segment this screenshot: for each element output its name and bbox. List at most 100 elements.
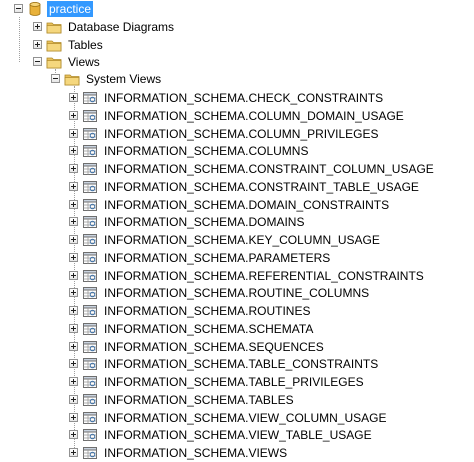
tree-node-label[interactable]: INFORMATION_SCHEMA.CONSTRAINT_TABLE_USAG…	[102, 179, 421, 195]
tree-node-system-view[interactable]: INFORMATION_SCHEMA.TABLES	[0, 391, 474, 409]
tree-node-label[interactable]: INFORMATION_SCHEMA.VIEWS	[102, 445, 289, 461]
expand-toggle[interactable]	[69, 182, 78, 191]
expand-toggle[interactable]	[69, 164, 78, 173]
expand-toggle[interactable]	[69, 324, 78, 333]
view-icon	[83, 92, 97, 104]
tree-node-label[interactable]: INFORMATION_SCHEMA.PARAMETERS	[102, 250, 332, 266]
view-icon	[83, 216, 97, 228]
tree-node-label[interactable]: INFORMATION_SCHEMA.TABLE_PRIVILEGES	[102, 374, 366, 390]
tree-node-label[interactable]: INFORMATION_SCHEMA.DOMAINS	[102, 214, 306, 230]
view-icon	[83, 412, 97, 424]
tree-node-label[interactable]: practice	[47, 1, 94, 17]
view-icon	[83, 110, 97, 122]
tree-node-label[interactable]: INFORMATION_SCHEMA.VIEW_COLUMN_USAGE	[102, 410, 388, 426]
expand-toggle[interactable]	[69, 271, 78, 280]
tree-node-system-view[interactable]: INFORMATION_SCHEMA.VIEWS	[0, 444, 474, 462]
tree-node-label[interactable]: System Views	[84, 71, 163, 87]
collapse-toggle[interactable]	[51, 74, 60, 83]
database-icon	[29, 2, 41, 16]
expand-toggle[interactable]	[69, 200, 78, 209]
view-icon	[83, 145, 97, 157]
tree-node-label[interactable]: INFORMATION_SCHEMA.COLUMNS	[102, 143, 310, 159]
expand-toggle[interactable]	[69, 448, 78, 457]
tree-node-tables[interactable]: Tables	[0, 36, 474, 54]
tree-node-system-view[interactable]: INFORMATION_SCHEMA.ROUTINES	[0, 302, 474, 320]
tree-node-system-view[interactable]: INFORMATION_SCHEMA.COLUMN_DOMAIN_USAGE	[0, 107, 474, 125]
tree-node-system-view[interactable]: INFORMATION_SCHEMA.DOMAIN_CONSTRAINTS	[0, 196, 474, 214]
tree-node-label[interactable]: INFORMATION_SCHEMA.CHECK_CONSTRAINTS	[102, 90, 385, 106]
expand-toggle[interactable]	[69, 377, 78, 386]
expand-toggle[interactable]	[69, 395, 78, 404]
view-icon	[83, 234, 97, 246]
tree-node-system-view[interactable]: INFORMATION_SCHEMA.TABLE_PRIVILEGES	[0, 373, 474, 391]
view-icon	[83, 447, 97, 459]
tree-node-system-view[interactable]: INFORMATION_SCHEMA.COLUMN_PRIVILEGES	[0, 125, 474, 143]
tree-node-label[interactable]: INFORMATION_SCHEMA.REFERENTIAL_CONSTRAIN…	[102, 268, 426, 284]
tree-node-label[interactable]: INFORMATION_SCHEMA.TABLES	[102, 392, 296, 408]
tree-node-database-diagrams[interactable]: Database Diagrams	[0, 18, 474, 36]
expand-toggle[interactable]	[33, 40, 42, 49]
tree-node-system-views[interactable]: System Views	[0, 70, 474, 88]
view-icon	[83, 305, 97, 317]
tree-node-system-view[interactable]: INFORMATION_SCHEMA.TABLE_CONSTRAINTS	[0, 355, 474, 373]
view-icon	[83, 181, 97, 193]
tree-node-label[interactable]: INFORMATION_SCHEMA.SEQUENCES	[102, 339, 326, 355]
tree-node-label[interactable]: INFORMATION_SCHEMA.COLUMN_PRIVILEGES	[102, 126, 381, 142]
view-icon	[83, 429, 97, 441]
expand-toggle[interactable]	[69, 93, 78, 102]
tree-node-label[interactable]: INFORMATION_SCHEMA.ROUTINE_COLUMNS	[102, 285, 371, 301]
tree-node-system-view[interactable]: INFORMATION_SCHEMA.PARAMETERS	[0, 249, 474, 267]
tree-node-system-view[interactable]: INFORMATION_SCHEMA.CONSTRAINT_COLUMN_USA…	[0, 160, 474, 178]
tree-node-label[interactable]: INFORMATION_SCHEMA.COLUMN_DOMAIN_USAGE	[102, 108, 406, 124]
view-icon	[83, 341, 97, 353]
tree-node-system-view[interactable]: INFORMATION_SCHEMA.SEQUENCES	[0, 338, 474, 356]
object-explorer-tree: practice Database Diagrams Tables Views	[0, 0, 474, 462]
expand-toggle[interactable]	[69, 342, 78, 351]
view-icon	[83, 163, 97, 175]
tree-node-label[interactable]: Database Diagrams	[66, 19, 176, 35]
collapse-toggle[interactable]	[14, 4, 23, 13]
view-icon	[83, 358, 97, 370]
expand-toggle[interactable]	[69, 288, 78, 297]
tree-node-system-view[interactable]: INFORMATION_SCHEMA.DOMAINS	[0, 213, 474, 231]
expand-toggle[interactable]	[69, 111, 78, 120]
tree-node-label[interactable]: INFORMATION_SCHEMA.KEY_COLUMN_USAGE	[102, 232, 382, 248]
tree-node-system-view[interactable]: INFORMATION_SCHEMA.KEY_COLUMN_USAGE	[0, 231, 474, 249]
tree-node-system-view[interactable]: INFORMATION_SCHEMA.ROUTINE_COLUMNS	[0, 284, 474, 302]
tree-node-system-view[interactable]: INFORMATION_SCHEMA.COLUMNS	[0, 142, 474, 160]
view-icon	[83, 287, 97, 299]
tree-node-views[interactable]: Views	[0, 53, 474, 71]
expand-toggle[interactable]	[69, 413, 78, 422]
tree-node-label[interactable]: INFORMATION_SCHEMA.TABLE_CONSTRAINTS	[102, 356, 380, 372]
tree-node-label[interactable]: Tables	[66, 37, 105, 53]
folder-icon	[46, 40, 62, 52]
expand-toggle[interactable]	[69, 306, 78, 315]
expand-toggle[interactable]	[33, 22, 42, 31]
tree-node-system-view[interactable]: INFORMATION_SCHEMA.CONSTRAINT_TABLE_USAG…	[0, 178, 474, 196]
expand-toggle[interactable]	[69, 235, 78, 244]
expand-toggle[interactable]	[69, 129, 78, 138]
tree-node-label[interactable]: INFORMATION_SCHEMA.ROUTINES	[102, 303, 312, 319]
tree-node-label[interactable]: INFORMATION_SCHEMA.DOMAIN_CONSTRAINTS	[102, 197, 391, 213]
tree-node-system-view[interactable]: INFORMATION_SCHEMA.VIEW_TABLE_USAGE	[0, 426, 474, 444]
tree-node-system-view[interactable]: INFORMATION_SCHEMA.REFERENTIAL_CONSTRAIN…	[0, 267, 474, 285]
expand-toggle[interactable]	[69, 217, 78, 226]
folder-icon	[46, 57, 62, 69]
tree-node-label[interactable]: INFORMATION_SCHEMA.VIEW_TABLE_USAGE	[102, 427, 374, 443]
view-icon	[83, 394, 97, 406]
expand-toggle[interactable]	[69, 430, 78, 439]
tree-node-label[interactable]: INFORMATION_SCHEMA.SCHEMATA	[102, 321, 315, 337]
expand-toggle[interactable]	[69, 253, 78, 262]
expand-toggle[interactable]	[69, 359, 78, 368]
tree-node-practice[interactable]: practice	[0, 0, 474, 18]
tree-node-label[interactable]: INFORMATION_SCHEMA.CONSTRAINT_COLUMN_USA…	[102, 161, 436, 177]
tree-node-system-view[interactable]: INFORMATION_SCHEMA.VIEW_COLUMN_USAGE	[0, 409, 474, 427]
expand-toggle[interactable]	[69, 146, 78, 155]
tree-node-system-view[interactable]: INFORMATION_SCHEMA.SCHEMATA	[0, 320, 474, 338]
tree-node-system-view[interactable]: INFORMATION_SCHEMA.CHECK_CONSTRAINTS	[0, 89, 474, 107]
tree-node-label[interactable]: Views	[66, 54, 102, 70]
collapse-toggle[interactable]	[33, 57, 42, 66]
view-icon	[83, 270, 97, 282]
folder-icon	[64, 74, 80, 86]
folder-icon	[46, 22, 62, 34]
